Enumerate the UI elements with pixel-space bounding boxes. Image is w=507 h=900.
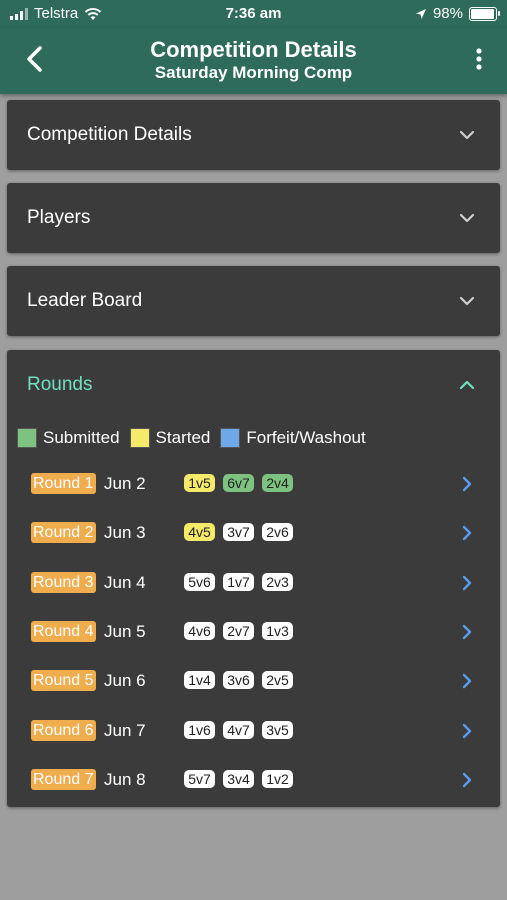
- match-badge: 2v7: [223, 621, 254, 640]
- location-icon: [415, 8, 426, 19]
- round-label: Round 5: [31, 670, 96, 692]
- match-list: 4v6 2v7 1v3: [184, 621, 293, 640]
- round-date: Jun 8: [104, 769, 146, 789]
- match-badge: 4v5: [184, 523, 215, 542]
- match-badge: 2v5: [262, 671, 293, 690]
- legend-label: Started: [155, 428, 211, 447]
- chevron-right-icon[interactable]: [460, 623, 474, 641]
- competition-details-panel[interactable]: Competition Details: [7, 100, 500, 170]
- legend-started: Started: [129, 428, 211, 448]
- match-badge: 3v5: [262, 720, 293, 739]
- battery-percent: 98%: [432, 5, 463, 22]
- legend-swatch: [220, 428, 241, 448]
- players-panel[interactable]: Players: [7, 183, 500, 253]
- status-bar: Telstra 7:36 am 98%: [0, 0, 507, 28]
- chevron-up-icon[interactable]: [458, 376, 476, 394]
- legend-submitted: Submitted: [17, 428, 120, 448]
- page-subtitle: Saturday Morning Comp: [154, 63, 353, 82]
- match-list: 5v6 1v7 2v3: [184, 572, 293, 591]
- match-badge: 1v3: [262, 621, 293, 640]
- legend-label: Submitted: [43, 428, 120, 447]
- legend-swatch: [129, 428, 150, 448]
- match-badge: 2v3: [262, 572, 293, 591]
- match-badge: 4v6: [184, 621, 215, 640]
- round-row[interactable]: Round 4 Jun 5 4v6 2v7 1v3: [7, 611, 500, 651]
- match-badge: 5v6: [184, 572, 215, 591]
- leader-board-panel[interactable]: Leader Board: [7, 266, 500, 336]
- match-badge: 1v5: [184, 474, 215, 492]
- round-date: Jun 7: [104, 720, 146, 740]
- round-label: Round 7: [31, 768, 96, 790]
- match-badge: 3v4: [223, 769, 254, 788]
- round-date: Jun 3: [104, 523, 146, 543]
- match-badge: 1v6: [184, 720, 215, 739]
- match-badge: 1v7: [223, 572, 254, 591]
- round-label: Round 1: [31, 473, 96, 494]
- round-date: Jun 6: [104, 671, 146, 691]
- battery-icon: [469, 6, 500, 21]
- match-badge: 1v4: [184, 671, 215, 690]
- chevron-down-icon: [459, 130, 475, 140]
- match-list: 5v7 3v4 1v2: [184, 769, 293, 788]
- competition-details-header: Competition Details: [27, 124, 192, 145]
- chevron-right-icon[interactable]: [460, 722, 474, 740]
- round-date: Jun 4: [104, 572, 146, 592]
- chevron-right-icon[interactable]: [460, 475, 474, 493]
- page-title: Competition Details: [150, 37, 357, 62]
- match-list: 1v5 6v7 2v4: [184, 474, 293, 492]
- round-label: Round 2: [31, 522, 96, 544]
- rounds-header[interactable]: Rounds: [27, 350, 93, 420]
- round-label: Round 6: [31, 719, 96, 741]
- chevron-down-icon: [459, 296, 475, 306]
- round-date: Jun 5: [104, 621, 146, 641]
- match-badge: 3v7: [223, 523, 254, 542]
- more-vert-icon[interactable]: [469, 46, 489, 72]
- round-row[interactable]: Round 3 Jun 4 5v6 1v7 2v3: [7, 562, 500, 602]
- round-label: Round 4: [31, 620, 96, 642]
- match-badge: 6v7: [223, 474, 254, 492]
- status-legend: Submitted Started Forfeit/Washout: [17, 428, 376, 448]
- round-row[interactable]: Round 2 Jun 3 4v5 3v7 2v6: [7, 512, 500, 552]
- leader-board-header: Leader Board: [27, 290, 143, 311]
- round-date: Jun 2: [104, 474, 146, 493]
- round-row[interactable]: Round 7 Jun 8 5v7 3v4 1v2: [7, 759, 500, 799]
- match-badge: 4v7: [223, 720, 254, 739]
- match-list: 1v4 3v6 2v5: [184, 671, 293, 690]
- round-row[interactable]: Round 5 Jun 6 1v4 3v6 2v5: [7, 660, 500, 700]
- match-badge: 3v6: [223, 671, 254, 690]
- chevron-right-icon[interactable]: [460, 771, 474, 789]
- chevron-down-icon: [459, 213, 475, 223]
- round-label: Round 3: [31, 571, 96, 593]
- match-list: 1v6 4v7 3v5: [184, 720, 293, 739]
- app-bar: Competition Details Saturday Morning Com…: [0, 28, 507, 94]
- match-badge: 5v7: [184, 769, 215, 788]
- match-list: 4v5 3v7 2v6: [184, 523, 293, 542]
- legend-swatch: [17, 428, 37, 448]
- match-badge: 2v6: [262, 523, 293, 542]
- chevron-right-icon[interactable]: [460, 524, 474, 542]
- rounds-panel: Rounds Submitted Started Forfeit/Washout…: [7, 350, 500, 807]
- round-row[interactable]: Round 1 Jun 2 1v5 6v7 2v4: [7, 463, 500, 503]
- match-badge: 1v2: [262, 769, 293, 788]
- legend-label: Forfeit/Washout: [246, 428, 366, 447]
- players-header: Players: [27, 207, 91, 228]
- chevron-right-icon[interactable]: [460, 672, 474, 690]
- round-row[interactable]: Round 6 Jun 7 1v6 4v7 3v5: [7, 710, 500, 750]
- chevron-right-icon[interactable]: [460, 574, 474, 592]
- legend-forfeit: Forfeit/Washout: [220, 428, 366, 448]
- match-badge: 2v4: [262, 474, 293, 492]
